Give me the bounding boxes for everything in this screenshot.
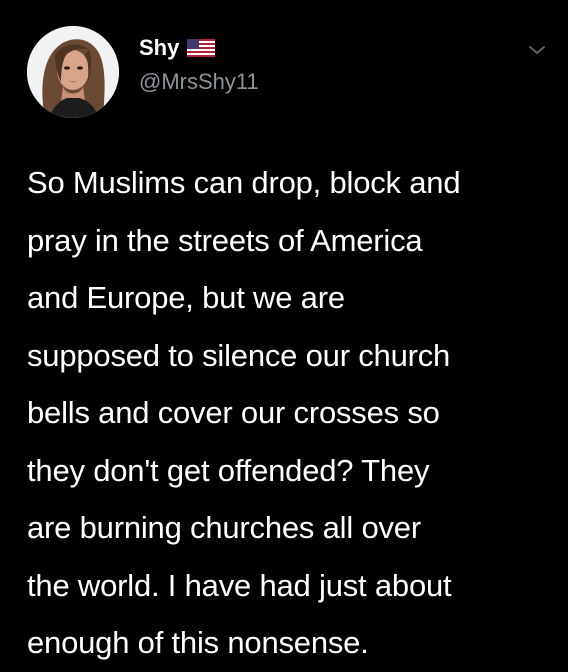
- avatar-image: [27, 26, 119, 118]
- us-flag-icon: [187, 39, 216, 57]
- author-display-name[interactable]: Shy: [139, 35, 179, 61]
- tweet-text-line: and Europe, but we are: [27, 280, 345, 315]
- tweet-text-line: are burning churches all over: [27, 510, 421, 545]
- tweet-text-line: enough of this nonsense.: [27, 625, 369, 660]
- chevron-down-icon[interactable]: [526, 42, 548, 58]
- tweet-text-line: bells and cover our crosses so: [27, 395, 440, 430]
- avatar[interactable]: [27, 26, 119, 118]
- tweet-text-line: pray in the streets of America: [27, 222, 423, 258]
- author-name-row: Shy: [139, 35, 216, 61]
- tweet-text-line: So Muslims can drop, block and: [27, 165, 461, 200]
- author-handle[interactable]: @MrsShy11: [139, 69, 259, 95]
- tweet-text: So Muslims can drop, block and pray in t…: [27, 154, 547, 672]
- tweet-text-line: they don't get offended? They: [27, 452, 430, 488]
- tweet-text-line: supposed to silence our church: [27, 337, 451, 373]
- tweet-text-line: the world. I have had just about: [27, 567, 452, 603]
- tweet-card: Shy @MrsShy11 So Muslims can drop, block…: [0, 0, 568, 660]
